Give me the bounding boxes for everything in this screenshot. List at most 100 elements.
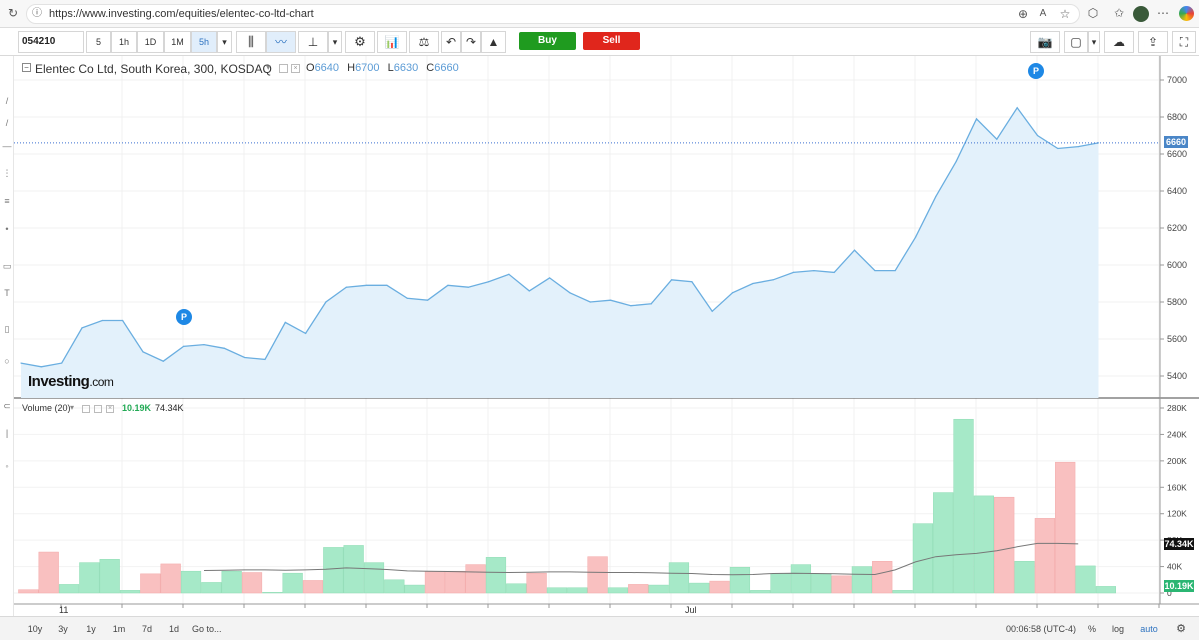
title-dropdown-icon[interactable]: ▾ xyxy=(266,62,271,73)
collapse-legend-icon[interactable]: − xyxy=(22,63,31,72)
chart-settings-icon[interactable]: ⚙ xyxy=(1172,621,1190,637)
low-value: 6630 xyxy=(393,62,419,74)
price-point xyxy=(1077,146,1079,148)
open-label: O xyxy=(306,62,315,74)
chart-canvas[interactable]: 540056005800600062006400660068007000040K… xyxy=(14,56,1199,616)
percent-scale-button[interactable]: % xyxy=(1084,621,1100,637)
redo-icon[interactable]: ↷ xyxy=(461,31,481,53)
price-point xyxy=(711,310,713,312)
volume-bar xyxy=(709,580,730,594)
volume-tick-label: 120K xyxy=(1167,509,1187,519)
interval-1h-button[interactable]: 1h xyxy=(111,31,137,53)
volume-bar xyxy=(689,582,710,594)
x-axis-label: Jul xyxy=(685,605,697,615)
volume-visibility-icon[interactable] xyxy=(94,405,102,413)
address-bar[interactable]: ⓘ https://www.investing.com/equities/ele… xyxy=(26,4,1080,24)
site-info-icon[interactable]: ⓘ xyxy=(29,6,45,22)
volume-bar xyxy=(201,582,222,594)
interval-5-button[interactable]: 5 xyxy=(86,31,111,53)
event-badge[interactable]: P xyxy=(1028,63,1044,79)
volume-badge: 10.19K xyxy=(1164,580,1194,592)
crosshair-tool-icon[interactable]: / xyxy=(2,96,12,106)
favorites-icon[interactable]: ✩ xyxy=(1111,5,1127,21)
lock-tool-icon[interactable]: | xyxy=(2,428,12,438)
range-1y-button[interactable]: 1y xyxy=(80,621,102,637)
buy-button[interactable]: Buy xyxy=(519,32,576,50)
eye-tool-icon[interactable]: ◦ xyxy=(2,461,12,471)
copilot-icon[interactable] xyxy=(1179,6,1194,21)
volume-bar xyxy=(79,562,100,594)
undo-icon[interactable]: ↶ xyxy=(441,31,461,53)
cloud-upload-icon[interactable]: ⇪ xyxy=(1138,31,1168,53)
trendline-tool-icon[interactable]: / xyxy=(2,118,12,128)
legend-close-icon[interactable]: × xyxy=(291,64,300,73)
shape-tool-icon[interactable]: ▭ xyxy=(2,261,12,272)
measure-tool-icon[interactable]: ▯ xyxy=(2,324,12,335)
high-label: H xyxy=(347,62,356,74)
sell-button[interactable]: Sell xyxy=(583,32,640,50)
volume-close-icon[interactable]: × xyxy=(106,405,114,413)
camera-icon[interactable]: 📷 xyxy=(1030,31,1060,53)
interval-1m-button[interactable]: 1M xyxy=(164,31,191,53)
symbol-input[interactable]: 054210 xyxy=(18,31,84,53)
price-point xyxy=(244,356,246,359)
profile-avatar[interactable] xyxy=(1133,6,1149,22)
indicator-icon[interactable]: ⊥ xyxy=(298,31,328,53)
range-10y-button[interactable]: 10y xyxy=(22,621,48,637)
log-scale-button[interactable]: log xyxy=(1108,621,1128,637)
magnet-tool-icon[interactable]: ⊂ xyxy=(2,401,12,412)
volume-bar xyxy=(770,573,791,594)
range-1d-button[interactable]: 1d xyxy=(163,621,185,637)
favorite-icon[interactable]: ☆ xyxy=(1057,6,1073,22)
text-tool-icon[interactable]: T xyxy=(2,288,12,298)
indicator-dropdown-icon[interactable]: ▾ xyxy=(328,31,342,53)
volume-bar xyxy=(58,584,80,594)
layout-icon[interactable]: ▢ xyxy=(1064,31,1088,53)
price-tick-label: 5800 xyxy=(1167,297,1187,307)
volume-settings-icon[interactable] xyxy=(82,405,90,413)
x-axis-label: 11 xyxy=(59,605,69,615)
range-1m-button[interactable]: 1m xyxy=(108,621,130,637)
fib-tool-icon[interactable]: ≡ xyxy=(2,196,12,206)
zoom-icon[interactable]: ⊕ xyxy=(1015,6,1031,22)
range-3y-button[interactable]: 3y xyxy=(52,621,74,637)
read-aloud-icon[interactable]: A xyxy=(1035,6,1051,22)
event-badge[interactable]: P xyxy=(176,309,192,325)
price-point xyxy=(548,277,551,279)
interval-1d-button[interactable]: 1D xyxy=(137,31,164,53)
pattern-tool-icon[interactable]: • xyxy=(2,224,12,234)
line-chart-icon[interactable]: 〰 xyxy=(266,31,296,53)
price-point xyxy=(81,327,83,329)
cloud-download-icon[interactable]: ☁ xyxy=(1104,31,1134,53)
alert-icon[interactable]: ▲ xyxy=(481,31,506,53)
price-point xyxy=(630,305,632,307)
studies-icon[interactable]: 📊 xyxy=(377,31,407,53)
volume-ma-value: 74.34K xyxy=(155,403,184,413)
compare-icon[interactable]: ⚖ xyxy=(409,31,439,53)
legend-settings-icon[interactable] xyxy=(279,64,288,73)
interval-5h-button[interactable]: 5h xyxy=(191,31,217,53)
range-7d-button[interactable]: 7d xyxy=(136,621,158,637)
fullscreen-icon[interactable]: ⛶ xyxy=(1172,31,1196,53)
drawing-tools-rail: / / — ⋮ ≡ • ▭ T ▯ ○ ⊂ | ◦ xyxy=(0,56,14,616)
more-menu-icon[interactable]: ⋯ xyxy=(1155,5,1171,21)
goto-button[interactable]: Go to... xyxy=(192,621,232,637)
volume-bar xyxy=(668,562,690,594)
layout-dropdown-icon[interactable]: ▾ xyxy=(1088,31,1100,53)
volume-bar xyxy=(526,572,547,594)
price-point xyxy=(325,301,327,303)
price-point xyxy=(569,292,571,294)
auto-scale-button[interactable]: auto xyxy=(1138,621,1160,637)
candles-icon[interactable]: ⫼ xyxy=(236,31,266,53)
pitchfork-tool-icon[interactable]: ⋮ xyxy=(2,168,12,179)
volume-bar xyxy=(445,570,466,594)
volume-bar xyxy=(221,570,242,594)
interval-dropdown-icon[interactable]: ▾ xyxy=(217,31,232,53)
price-tick-label: 6400 xyxy=(1167,186,1187,196)
volume-dropdown-icon[interactable]: ▾ xyxy=(70,403,74,412)
ray-tool-icon[interactable]: — xyxy=(2,141,12,151)
settings-icon[interactable]: ⚙ xyxy=(345,31,375,53)
refresh-icon[interactable]: ↻ xyxy=(5,5,21,21)
zoom-tool-icon[interactable]: ○ xyxy=(2,356,12,366)
extensions-icon[interactable]: ⬡ xyxy=(1085,5,1101,21)
